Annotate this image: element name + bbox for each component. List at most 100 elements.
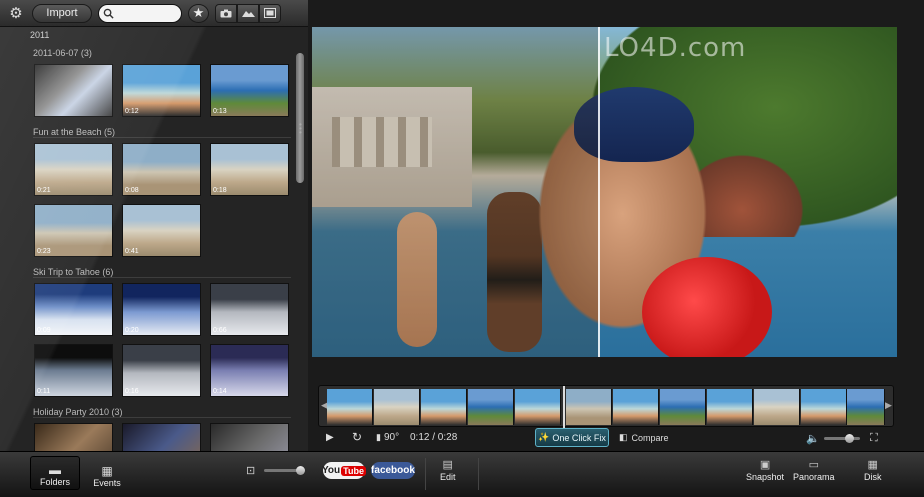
thumbnail[interactable]: 0:09 bbox=[34, 283, 113, 336]
duration-label: 0:21 bbox=[37, 187, 51, 194]
search-icon bbox=[103, 8, 114, 19]
volume-knob[interactable] bbox=[845, 434, 854, 443]
filmstrip-frame bbox=[327, 389, 373, 425]
disk-button[interactable]: ▦ Disk bbox=[864, 458, 882, 482]
facebook-button[interactable]: facebook bbox=[371, 462, 415, 479]
divider bbox=[425, 458, 426, 490]
thumbnail[interactable]: 0:23 bbox=[34, 204, 113, 257]
grid-icon: ▦ bbox=[101, 464, 113, 478]
volume-slider[interactable] bbox=[824, 437, 860, 440]
disk-label: Disk bbox=[864, 472, 882, 482]
filmstrip-frame bbox=[801, 389, 847, 425]
top-toolbar: ⚙ Import ★ bbox=[0, 0, 308, 27]
thumbnail[interactable] bbox=[34, 64, 113, 117]
duration-label: 0:13 bbox=[213, 108, 227, 115]
chevron-right-icon[interactable]: ▶ bbox=[885, 400, 892, 411]
duration-label: 0:41 bbox=[125, 248, 139, 255]
thumbnail[interactable]: 0:16 bbox=[122, 344, 201, 397]
thumbnail-size-knob[interactable] bbox=[296, 466, 305, 475]
video-viewer[interactable]: LO4D.com bbox=[312, 27, 897, 357]
rotation-control[interactable]: ▮ 90° bbox=[376, 432, 399, 443]
filmstrip-frame bbox=[847, 389, 885, 425]
rotate-icon[interactable]: ↻ bbox=[352, 430, 362, 444]
search-input[interactable] bbox=[117, 7, 177, 19]
filmstrip-frame bbox=[707, 389, 753, 425]
filmstrip-icon[interactable] bbox=[259, 3, 281, 23]
duration-label: 0:09 bbox=[37, 327, 51, 334]
video-frame: LO4D.com bbox=[312, 27, 897, 357]
compare-button[interactable]: ◧ Compare bbox=[619, 432, 669, 443]
magic-wand-icon: ✨ bbox=[538, 432, 550, 442]
camera-icon[interactable] bbox=[215, 3, 237, 23]
youtube-tube: Tube bbox=[341, 465, 366, 476]
duration-label: 0:18 bbox=[213, 187, 227, 194]
watermark: LO4D.com bbox=[604, 33, 747, 63]
play-icon[interactable]: ▶ bbox=[326, 432, 334, 443]
resize-grip-icon[interactable]: • • • bbox=[299, 121, 302, 137]
import-button[interactable]: Import bbox=[32, 3, 92, 23]
time-readout: 0:12 / 0:28 bbox=[410, 432, 458, 443]
filmstrip-frame bbox=[613, 389, 659, 425]
events-label: Events bbox=[93, 478, 121, 488]
duration-label: 0:66 bbox=[213, 327, 227, 334]
filmstrip-frame bbox=[421, 389, 467, 425]
search-field[interactable] bbox=[98, 3, 182, 23]
events-tab[interactable]: ▦ Events bbox=[82, 456, 132, 490]
youtube-button[interactable]: You Tube bbox=[322, 462, 366, 479]
group-label: Holiday Party 2010 (3) bbox=[33, 407, 123, 417]
panorama-button[interactable]: ▭ Panorama bbox=[793, 458, 835, 482]
rotation-value: 90° bbox=[383, 432, 400, 443]
timeline-filmstrip[interactable]: ◀ ▶ bbox=[318, 385, 894, 428]
compare-divider[interactable] bbox=[598, 27, 600, 357]
library-scrollbar[interactable] bbox=[296, 53, 304, 183]
one-click-fix-button[interactable]: ✨ One Click Fix bbox=[535, 428, 609, 447]
snapshot-label: Snapshot bbox=[746, 472, 785, 482]
before-overlay bbox=[312, 27, 598, 357]
duration-label: 0:14 bbox=[213, 388, 227, 395]
duration-label: 0:16 bbox=[125, 388, 139, 395]
thumbnail[interactable] bbox=[34, 423, 113, 451]
thumbnail[interactable]: 0:20 bbox=[122, 283, 201, 336]
compare-icon: ◧ bbox=[619, 432, 628, 442]
year-label: 2011 bbox=[30, 30, 50, 40]
panorama-icon[interactable] bbox=[237, 3, 259, 23]
thumbnail[interactable]: 0:41 bbox=[122, 204, 201, 257]
edit-button[interactable]: ▤ Edit bbox=[440, 458, 456, 482]
volume-icon[interactable]: 🔈 bbox=[806, 432, 820, 445]
duration-label: 0:20 bbox=[125, 327, 139, 334]
playhead[interactable] bbox=[563, 386, 565, 428]
thumbnail[interactable]: 0:18 bbox=[210, 143, 289, 196]
thumbnail[interactable]: 0:11 bbox=[34, 344, 113, 397]
thumbnail[interactable]: 0:66 bbox=[210, 283, 289, 336]
snapshot-button[interactable]: ▣ Snapshot bbox=[746, 458, 784, 482]
thumbnail[interactable]: 0:12 bbox=[122, 64, 201, 117]
panorama-icon: ▭ bbox=[808, 459, 819, 471]
zoom-icon[interactable]: ⊡ bbox=[246, 464, 255, 477]
thumbnail[interactable]: 0:08 bbox=[122, 143, 201, 196]
disk-icon: ▦ bbox=[867, 459, 878, 471]
star-icon[interactable]: ★ bbox=[188, 3, 209, 23]
filmstrip-frame bbox=[468, 389, 514, 425]
thumbnail[interactable]: 0:13 bbox=[210, 64, 289, 117]
rotate-frame-icon: ▮ bbox=[376, 432, 381, 442]
edit-icon: ▤ bbox=[442, 459, 453, 471]
bottom-bar: ▬ Folders ▦ Events ⊡ You Tube facebook ▤ … bbox=[0, 451, 924, 497]
filmstrip-frame bbox=[660, 389, 706, 425]
folder-icon: ▬ bbox=[49, 463, 61, 477]
duration-label: 0:12 bbox=[125, 108, 139, 115]
fullscreen-icon[interactable]: ⛶ bbox=[870, 432, 878, 445]
folders-tab[interactable]: ▬ Folders bbox=[30, 456, 80, 490]
thumbnail[interactable] bbox=[122, 423, 201, 451]
gear-icon[interactable]: ⚙ bbox=[6, 4, 26, 23]
edit-label: Edit bbox=[440, 472, 456, 482]
duration-label: 0:08 bbox=[125, 187, 139, 194]
thumbnail[interactable]: 0:14 bbox=[210, 344, 289, 397]
scene-float bbox=[642, 257, 772, 357]
thumbnail[interactable] bbox=[210, 423, 289, 451]
thumbnail[interactable]: 0:21 bbox=[34, 143, 113, 196]
filmstrip-frame bbox=[515, 389, 561, 425]
folders-label: Folders bbox=[39, 477, 70, 487]
app-window: ⚙ Import ★ 2011 2011-06-07 (3) 0:12 0:13… bbox=[0, 0, 924, 497]
duration-label: 0:23 bbox=[37, 248, 51, 255]
filmstrip-frame bbox=[566, 389, 612, 425]
